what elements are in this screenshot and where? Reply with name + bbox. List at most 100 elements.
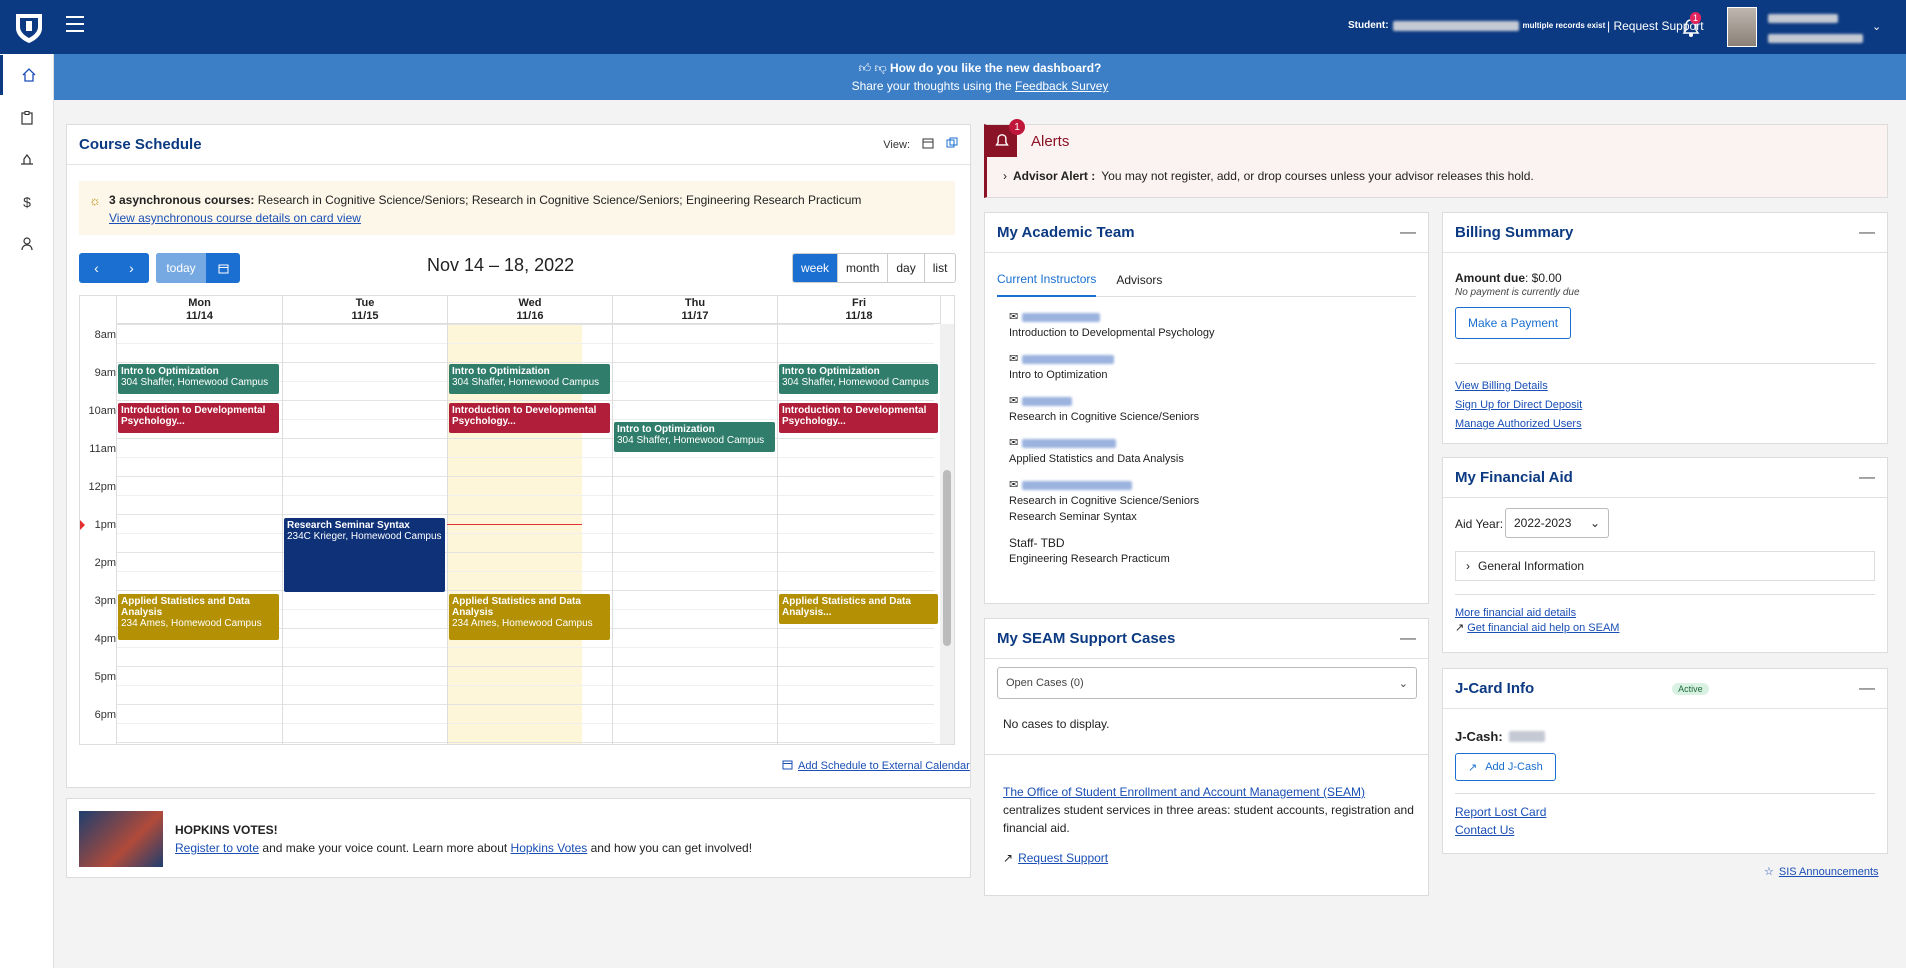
jhu-logo[interactable] xyxy=(12,11,46,43)
direct-deposit-link[interactable]: Sign Up for Direct Deposit xyxy=(1455,399,1582,411)
prev-week-button[interactable]: ‹ xyxy=(79,253,114,283)
event-optimization-wed[interactable]: Intro to Optimization 304 Shaffer, Homewo… xyxy=(449,364,610,394)
time-label: 3pm xyxy=(94,595,116,607)
avatar[interactable] xyxy=(1727,7,1757,47)
mail-icon[interactable]: ✉ xyxy=(1009,309,1018,325)
view-month-button[interactable]: month xyxy=(837,254,887,282)
billing-card: Billing Summary — Amount due: $0.00 No pa… xyxy=(1442,212,1888,444)
time-label: 5pm xyxy=(94,671,116,683)
open-cases-select[interactable]: Open Cases (0) ⌄ xyxy=(997,667,1417,699)
calendar-icon xyxy=(782,759,793,773)
person-icon[interactable] xyxy=(0,224,54,264)
view-toggle: week month day list xyxy=(792,253,957,283)
collapse-icon[interactable]: — xyxy=(1400,630,1416,648)
report-lost-card-link[interactable]: Report Lost Card xyxy=(1455,805,1546,819)
collapse-icon[interactable]: — xyxy=(1859,680,1875,698)
today-button[interactable]: today xyxy=(156,253,206,283)
event-statistics-wed[interactable]: Applied Statistics and Data Analysis 234 … xyxy=(449,594,610,640)
graduation-icon[interactable] xyxy=(0,140,54,180)
event-statistics-mon[interactable]: Applied Statistics and Data Analysis 234 … xyxy=(118,594,279,640)
status-badge: Active xyxy=(1672,682,1709,695)
async-details-link[interactable]: View asynchronous course details on card… xyxy=(109,211,361,225)
hopkins-votes-card: HOPKINS VOTES! Register to vote and make… xyxy=(66,798,971,878)
time-label: 10am xyxy=(88,405,116,417)
time-label: 12pm xyxy=(88,481,116,493)
dollar-icon[interactable]: $ xyxy=(0,182,54,222)
financial-aid-card: My Financial Aid — Aid Year: 2022-2023 ⌄ ›… xyxy=(1442,457,1888,653)
event-devpsych-fri[interactable]: Introduction to Developmental Psychology… xyxy=(779,403,938,433)
general-information-accordion[interactable]: › General Information xyxy=(1455,551,1875,581)
time-label: 4pm xyxy=(94,633,116,645)
alerts-card: 1 Alerts › Advisor Alert : You may not r… xyxy=(984,119,1888,198)
user-name-redacted[interactable] xyxy=(1768,14,1906,46)
view-day-button[interactable]: day xyxy=(887,254,923,282)
event-optimization-thu[interactable]: Intro to Optimization 304 Shaffer, Homewo… xyxy=(614,422,775,452)
time-label: 8am xyxy=(94,329,116,341)
student-info: Student: multiple records exist xyxy=(1348,20,1606,31)
aid-year-select[interactable]: 2022-2023 ⌄ xyxy=(1505,508,1609,538)
view-week-button[interactable]: week xyxy=(793,254,838,282)
feedback-banner: 👍︎ 👎︎ How do you like the new dashboard?… xyxy=(54,54,1906,100)
more-aid-link[interactable]: More financial aid details xyxy=(1455,607,1576,619)
time-label: 1pm xyxy=(94,519,116,531)
async-courses-notice: ☼ 3 asynchronous courses: Research in Co… xyxy=(79,181,955,235)
add-external-calendar[interactable]: Add Schedule to External Calendar xyxy=(782,759,970,773)
seam-office-link[interactable]: The Office of Student Enrollment and Acc… xyxy=(1003,785,1365,799)
register-vote-link[interactable]: Register to vote xyxy=(175,841,259,855)
event-syntax-tue[interactable]: Research Seminar Syntax 234C Krieger, Hom… xyxy=(284,518,445,592)
instructor-row: ✉ Research in Cognitive Science/Seniors Re… xyxy=(1009,477,1200,523)
collapse-icon[interactable]: — xyxy=(1400,224,1416,242)
make-payment-button[interactable]: Make a Payment xyxy=(1455,307,1572,339)
mail-icon[interactable]: ✉ xyxy=(1009,477,1018,493)
instructor-row: ✉ Introduction to Developmental Psycholog… xyxy=(1009,309,1215,339)
calendar-scroll-thumb[interactable] xyxy=(943,470,951,646)
day-header-fri: Fri 11/18 xyxy=(777,296,940,324)
seam-cases-card: My SEAM Support Cases — Open Cases (0) ⌄ N… xyxy=(984,618,1429,896)
authorized-users-link[interactable]: Manage Authorized Users xyxy=(1455,418,1582,430)
date-picker-icon[interactable] xyxy=(206,253,240,283)
tab-advisors[interactable]: Advisors xyxy=(1116,263,1162,297)
menu-icon[interactable] xyxy=(66,16,84,32)
request-support-button[interactable]: ↗ Request Support xyxy=(1003,851,1108,865)
event-optimization-fri[interactable]: Intro to Optimization 304 Shaffer, Homewo… xyxy=(779,364,938,394)
collapse-icon[interactable]: — xyxy=(1859,224,1875,242)
day-header-tue: Tue 11/15 xyxy=(282,296,447,324)
add-jcash-button[interactable]: ↗ Add J-Cash xyxy=(1455,753,1556,781)
aid-help-link[interactable]: Get financial aid help on SEAM xyxy=(1467,621,1619,636)
card-view-icon[interactable] xyxy=(946,137,958,152)
instructor-row: ✉ Applied Statistics and Data Analysis xyxy=(1009,435,1184,465)
feedback-survey-link[interactable]: Feedback Survey xyxy=(1015,79,1108,93)
event-devpsych-wed[interactable]: Introduction to Developmental Psychology… xyxy=(449,403,610,433)
contact-us-link[interactable]: Contact Us xyxy=(1455,823,1514,837)
home-icon[interactable] xyxy=(0,55,54,95)
course-schedule-title: Course Schedule xyxy=(79,136,202,153)
hopkins-votes-link[interactable]: Hopkins Votes xyxy=(511,841,588,855)
view-billing-link[interactable]: View Billing Details xyxy=(1455,380,1548,392)
mail-icon[interactable]: ✉ xyxy=(1009,393,1018,409)
event-optimization-mon[interactable]: Intro to Optimization 304 Shaffer, Homewo… xyxy=(118,364,279,394)
course-schedule-card: Course Schedule View: ☼ 3 asynchronous c… xyxy=(66,124,971,788)
clipboard-icon[interactable] xyxy=(0,98,54,138)
view-list-button[interactable]: list xyxy=(923,254,956,282)
collapse-icon[interactable]: — xyxy=(1859,469,1875,487)
next-week-button[interactable]: › xyxy=(114,253,149,283)
calendar-view-icon[interactable] xyxy=(922,137,934,152)
star-icon: ☆ xyxy=(1764,866,1774,878)
jcard-card: J-Card Info Active — J-Cash: ↗ Add J-Cash … xyxy=(1442,668,1888,854)
time-label: 2pm xyxy=(94,557,116,569)
alert-count-badge: 1 xyxy=(1009,119,1025,135)
hopkins-votes-image xyxy=(79,811,163,867)
event-statistics-fri[interactable]: Applied Statistics and Data Analysis... xyxy=(779,594,938,624)
external-link-icon: ↗ xyxy=(1468,761,1478,774)
advisor-alert[interactable]: › Advisor Alert : You may not register, … xyxy=(1003,169,1534,183)
sis-announcements-link[interactable]: ☆ SIS Announcements xyxy=(1764,865,1879,879)
mail-icon[interactable]: ✉ xyxy=(1009,351,1018,367)
alerts-title: Alerts xyxy=(1031,133,1070,150)
chevron-down-icon[interactable]: ⌄ xyxy=(1872,20,1881,33)
event-devpsych-mon[interactable]: Introduction to Developmental Psychology… xyxy=(118,403,279,433)
week-calendar: Mon 11/14 Tue 11/15 Wed 11/16 Thu 11/17 Fri 1… xyxy=(79,295,955,745)
tab-current-instructors[interactable]: Current Instructors xyxy=(997,263,1097,297)
external-link-icon: ↗ xyxy=(1455,622,1465,634)
time-label: 6pm xyxy=(94,709,116,721)
mail-icon[interactable]: ✉ xyxy=(1009,435,1018,451)
